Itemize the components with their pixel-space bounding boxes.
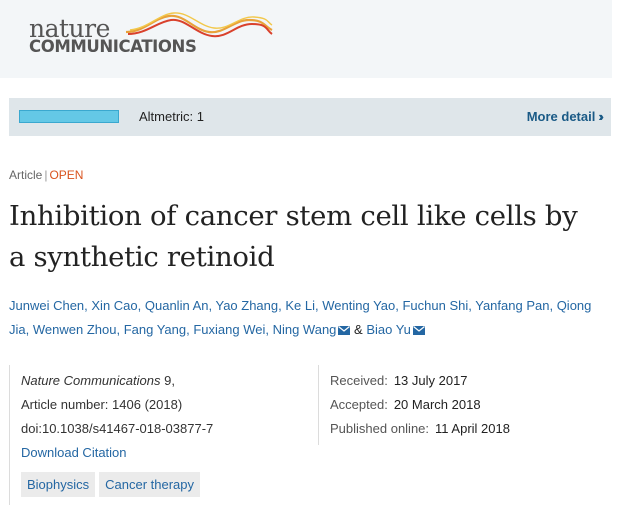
published-date-line: Published online: 11 April 2018 (330, 421, 510, 436)
author-link[interactable]: Yao Zhang (215, 298, 278, 313)
more-detail-link[interactable]: More detail ›› (526, 109, 604, 124)
open-access-badge: OPEN (49, 168, 84, 182)
publication-dates-panel: Received: 13 July 2017 Accepted: 20 March … (318, 365, 613, 445)
more-detail-label: More detail (526, 109, 596, 124)
double-chevron-right-icon: ›› (598, 109, 603, 124)
published-date: 11 April 2018 (435, 421, 510, 436)
journal-volume: 9 (164, 373, 172, 388)
author-link[interactable]: Fuchun Shi (402, 298, 468, 313)
article-title: Inhibition of cancer stem cell like cell… (9, 196, 614, 278)
altmetric-score-meter[interactable] (19, 110, 119, 123)
received-date-line: Received: 13 July 2017 (330, 373, 468, 388)
received-label: Received: (330, 373, 388, 388)
email-icon[interactable] (412, 326, 425, 335)
author-link[interactable]: Quanlin An (145, 298, 209, 313)
download-citation-link[interactable]: Download Citation (21, 445, 127, 460)
author-link[interactable]: Ke Li (285, 298, 315, 313)
author-link[interactable]: Wenting Yao (322, 298, 395, 313)
journal-name: Nature Communications (21, 373, 161, 388)
article-title-line-2: a synthetic retinoid (9, 241, 275, 273)
author-link[interactable]: Fuxiang Wei (193, 322, 265, 337)
accepted-date: 20 March 2018 (393, 397, 481, 412)
author-link[interactable]: Wenwen Zhou (33, 322, 117, 337)
article-number: Article number: 1406 (2018) (21, 397, 183, 412)
subject-tag-cancer-therapy[interactable]: Cancer therapy (99, 472, 201, 497)
author-link[interactable]: Yanfang Pan (475, 298, 549, 313)
doi-text: doi:10.1038/s41467-018-03877-7 (21, 421, 214, 436)
journal-header: nature COMMUNICATIONS (0, 0, 612, 78)
altmetric-score-label: Altmetric: 1 (139, 109, 205, 124)
article-title-line-1: Inhibition of cancer stem cell like cell… (9, 200, 578, 232)
accepted-date-line: Accepted: 20 March 2018 (330, 397, 481, 412)
author-link[interactable]: Junwei Chen (9, 298, 84, 313)
author-link[interactable]: Biao Yu (366, 322, 411, 337)
published-label: Published online: (330, 421, 430, 436)
author-list: Junwei Chen, Xin Cao, Quanlin An, Yao Zh… (9, 298, 592, 337)
accepted-label: Accepted: (330, 397, 388, 412)
type-separator: | (44, 168, 48, 182)
subject-tags: Biophysics Cancer therapy (21, 472, 201, 497)
author-link[interactable]: Ning Wang (273, 322, 337, 337)
logo-communications-text: COMMUNICATIONS (29, 37, 197, 56)
altmetric-bar: Altmetric: 1 More detail ›› (9, 98, 611, 136)
email-icon[interactable] (338, 326, 351, 335)
received-date: 13 July 2017 (393, 373, 468, 388)
author-link[interactable]: Xin Cao (91, 298, 137, 313)
journal-volume-line: Nature Communications 9, (21, 373, 175, 388)
article-type-label: Article (9, 168, 43, 182)
authors-ampersand: & (354, 322, 363, 337)
article-type-line: Article | OPEN (9, 168, 83, 182)
nature-communications-logo[interactable]: nature COMMUNICATIONS (24, 10, 274, 60)
author-link[interactable]: Fang Yang (124, 322, 186, 337)
subject-tag-biophysics[interactable]: Biophysics (21, 472, 96, 497)
citation-panel: Nature Communications 9, Article number:… (9, 365, 308, 505)
